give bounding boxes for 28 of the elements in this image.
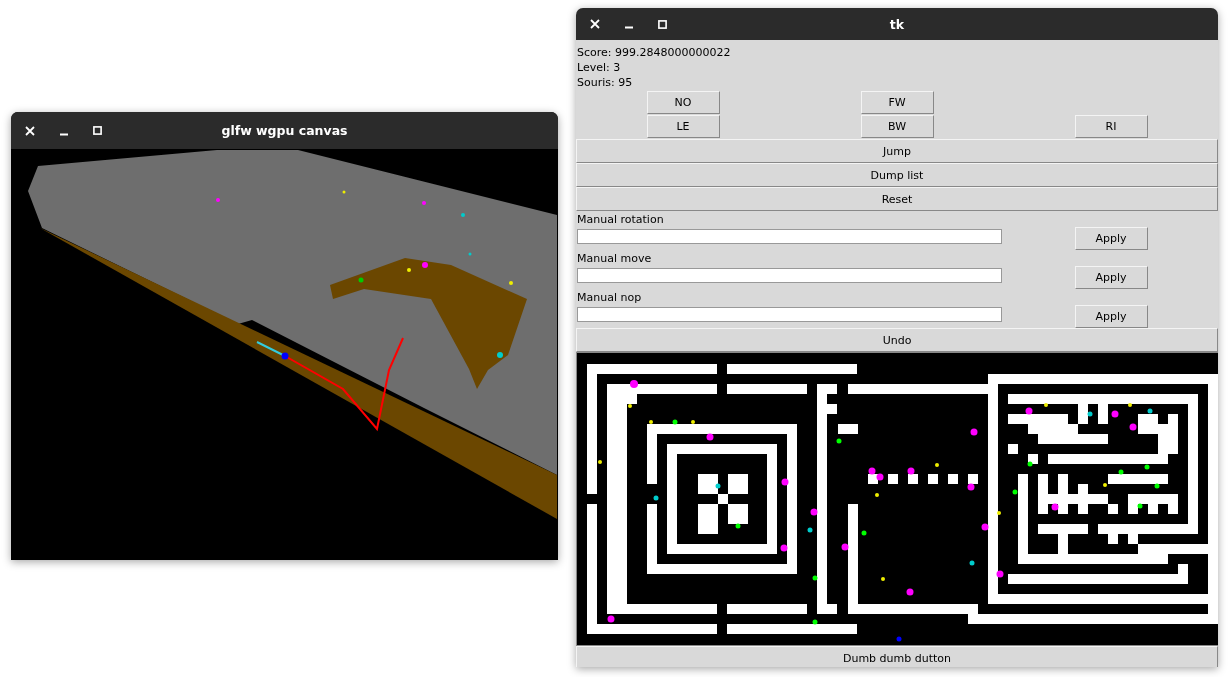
direction-button[interactable]: LE (646, 115, 720, 138)
input-field[interactable] (577, 229, 1002, 244)
field-label: Manual rotation (576, 212, 665, 226)
action-button[interactable]: Reset (576, 187, 1218, 211)
window-title: tk (889, 16, 905, 32)
info-label: Score: 999.2848000000022 (577, 45, 732, 60)
close-icon[interactable] (590, 19, 600, 29)
undo-button[interactable]: Undo (576, 328, 1218, 352)
action-button[interactable]: Dump list (576, 163, 1218, 187)
apply-button[interactable]: Apply (1074, 227, 1148, 250)
direction-button[interactable]: BW (860, 115, 934, 138)
maximize-icon[interactable] (658, 19, 667, 29)
apply-button[interactable]: Apply (1074, 305, 1148, 328)
apply-button[interactable]: Apply (1074, 266, 1148, 289)
action-button[interactable]: Jump (576, 139, 1218, 163)
bottom-button[interactable]: Dumb dumb dutton (576, 646, 1218, 667)
info-label: Level: 3 (577, 60, 622, 75)
direction-button[interactable]: FW (860, 91, 934, 114)
maximize-icon[interactable] (93, 126, 102, 135)
direction-button[interactable]: RI (1074, 115, 1148, 138)
direction-button[interactable]: NO (646, 91, 720, 114)
window-title: glfw wgpu canvas (221, 123, 348, 138)
input-field[interactable] (577, 268, 1002, 283)
field-label: Manual nop (576, 290, 643, 304)
field-label: Manual move (576, 251, 653, 265)
close-icon[interactable] (25, 125, 35, 136)
input-field[interactable] (577, 307, 1002, 322)
info-label: Souris: 95 (577, 75, 634, 90)
